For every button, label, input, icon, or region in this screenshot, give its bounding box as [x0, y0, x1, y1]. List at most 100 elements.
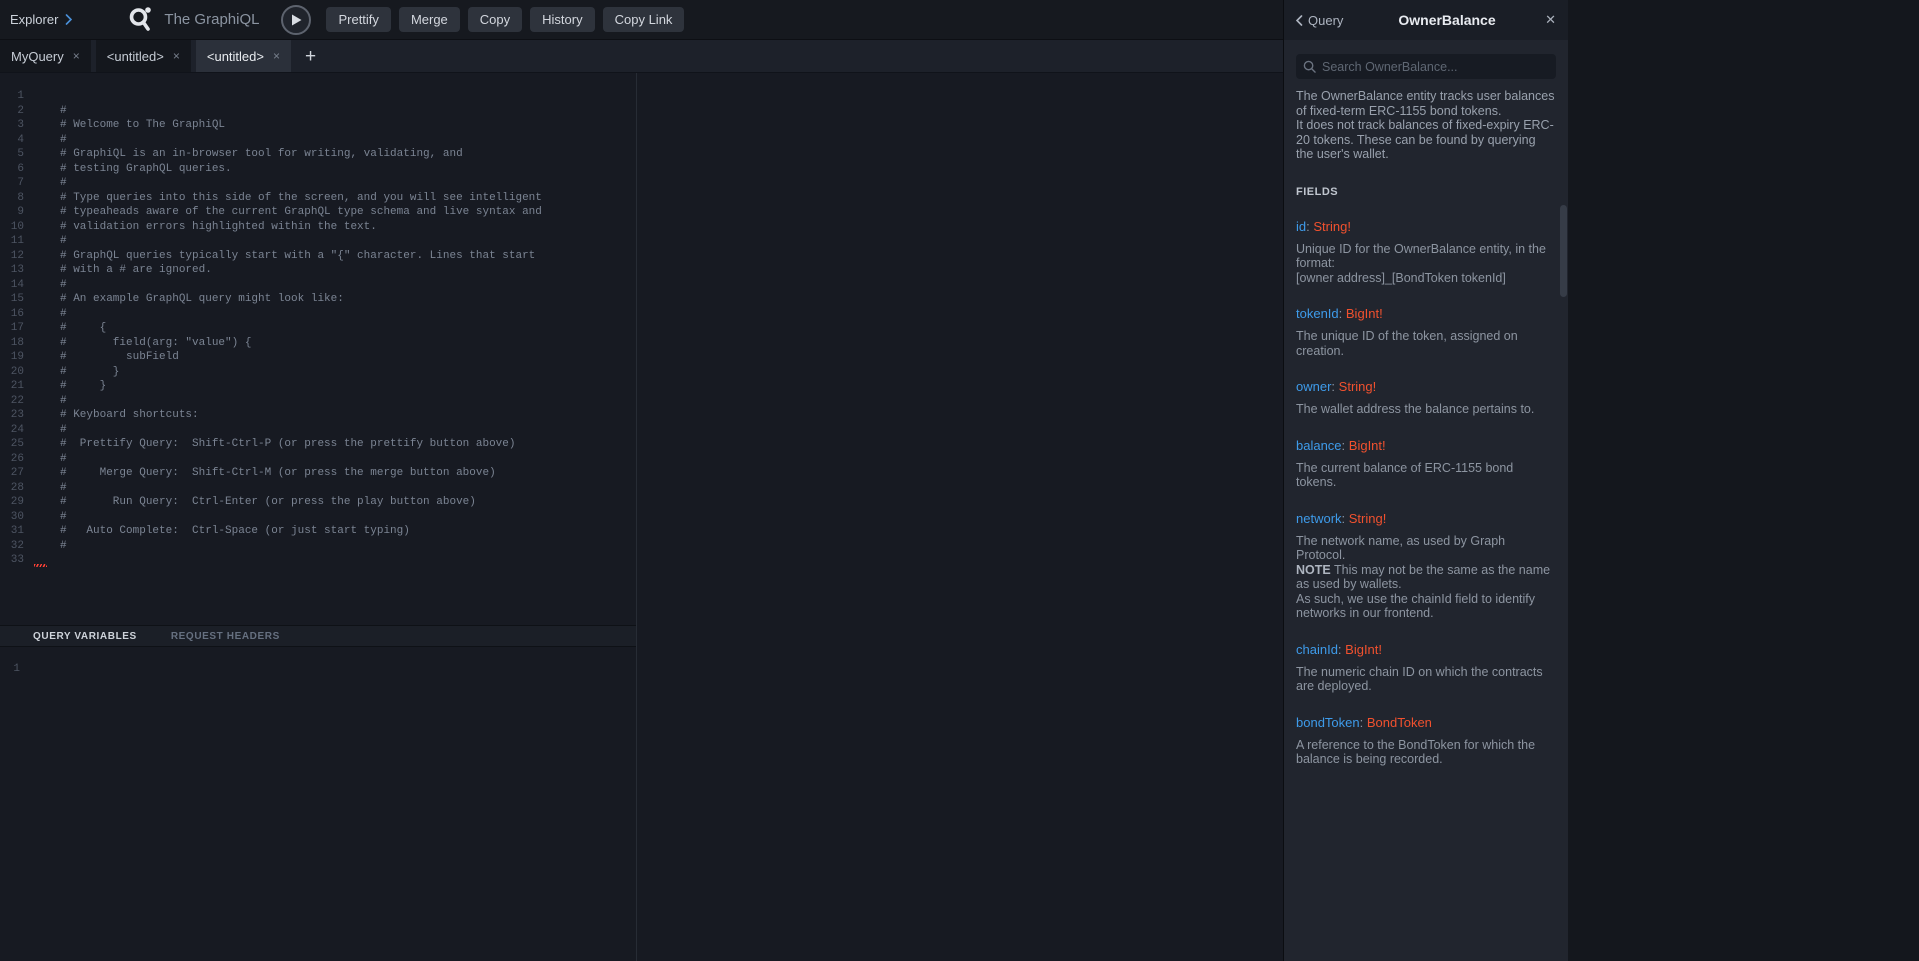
field-signature: bondToken: BondToken [1296, 715, 1556, 730]
field-name-link[interactable]: network [1296, 511, 1342, 526]
copy-button[interactable]: Copy [468, 7, 522, 32]
field-signature: chainId: BigInt! [1296, 642, 1556, 657]
code-line[interactable]: 15# An example GraphQL query might look … [0, 292, 636, 307]
doc-close-button[interactable]: ✕ [1536, 12, 1556, 28]
code-line[interactable]: 25# Prettify Query: Shift-Ctrl-P (or pre… [0, 437, 636, 452]
field-name-link[interactable]: bondToken [1296, 715, 1360, 730]
workspace: 12#3# Welcome to The GraphiQL4#5# Graphi… [0, 73, 1283, 961]
vars-tab-request-headers[interactable]: REQUEST HEADERS [171, 631, 280, 642]
code-line[interactable]: 27# Merge Query: Shift-Ctrl-M (or press … [0, 466, 636, 481]
line-number: 12 [0, 249, 24, 264]
code-line[interactable]: 13 # with a # are ignored. [0, 263, 636, 278]
add-tab-button[interactable]: + [305, 47, 316, 66]
execute-query-button[interactable] [281, 5, 311, 35]
line-number: 8 [0, 191, 24, 206]
vars-tab-query-variables[interactable]: QUERY VARIABLES [33, 631, 137, 642]
code-line[interactable]: 26# [0, 452, 636, 467]
editor-tab[interactable]: <untitled>× [96, 40, 191, 72]
code-line[interactable]: 10# validation errors highlighted within… [0, 220, 636, 235]
history-button[interactable]: History [530, 7, 594, 32]
line-number: 10 [0, 220, 24, 235]
merge-button[interactable]: Merge [399, 7, 460, 32]
tab-close-icon[interactable]: × [173, 49, 180, 63]
editor-tools-bar: QUERY VARIABLES REQUEST HEADERS [0, 625, 636, 647]
editor-region: Explorer The GraphiQL PrettifyMergeCopyH… [0, 0, 1283, 961]
field-name-link[interactable]: id [1296, 219, 1306, 234]
field-type-link[interactable]: BigInt! [1345, 642, 1382, 657]
code-line[interactable]: 17# { [0, 321, 636, 336]
code-line[interactable]: 21# } [0, 379, 636, 394]
line-text: # with a # are ignored. [60, 263, 212, 278]
line-text: # } [60, 365, 119, 380]
line-text: # Keyboard shortcuts: [60, 408, 199, 423]
code-line[interactable]: 8# Type queries into this side of the sc… [0, 191, 636, 206]
copy-link-button[interactable]: Copy Link [603, 7, 685, 32]
line-text: # [60, 234, 67, 249]
code-line[interactable]: 11# [0, 234, 636, 249]
editor-tab[interactable]: MyQuery× [0, 40, 91, 72]
line-number: 13 [0, 263, 24, 278]
code-line[interactable]: 4# [0, 133, 636, 148]
field-name-link[interactable]: owner [1296, 379, 1331, 394]
code-line[interactable]: 31# Auto Complete: Ctrl-Space (or just s… [0, 524, 636, 539]
line-text: # Merge Query: Shift-Ctrl-M (or press th… [60, 466, 496, 481]
code-line[interactable]: 1 [0, 89, 636, 104]
field-type-link[interactable]: BondToken [1367, 715, 1432, 730]
code-line[interactable]: 22# [0, 394, 636, 409]
code-line[interactable]: 7# [0, 176, 636, 191]
code-line[interactable]: 18# field(arg: "value") { [0, 336, 636, 351]
editor-tab[interactable]: <untitled>× [196, 40, 291, 72]
query-editor[interactable]: 12#3# Welcome to The GraphiQL4#5# Graphi… [0, 73, 636, 625]
code-line[interactable]: 9# typeaheads aware of the current Graph… [0, 205, 636, 220]
code-line[interactable]: 29# Run Query: Ctrl-Enter (or press the … [0, 495, 636, 510]
toolbar-buttons: Prettify Merge Copy History Copy Link [326, 7, 684, 32]
doc-field: network: String!The network name, as use… [1296, 511, 1556, 621]
graphiql-logo-icon [128, 6, 152, 34]
code-line[interactable]: 32# [0, 539, 636, 554]
code-line[interactable]: 24# [0, 423, 636, 438]
code-line[interactable]: 2# [0, 104, 636, 119]
field-type-link[interactable]: String! [1349, 511, 1387, 526]
field-type-link[interactable]: BigInt! [1349, 438, 1386, 453]
code-line[interactable]: 28# [0, 481, 636, 496]
tab-close-icon[interactable]: × [273, 49, 280, 63]
line-number: 18 [0, 336, 24, 351]
scrollbar-thumb[interactable] [1560, 205, 1567, 297]
line-text: # Run Query: Ctrl-Enter (or press the pl… [60, 495, 476, 510]
line-number: 30 [0, 510, 24, 525]
code-line[interactable]: 14# [0, 278, 636, 293]
line-number: 17 [0, 321, 24, 336]
doc-field: balance: BigInt!The current balance of E… [1296, 438, 1556, 490]
prettify-button[interactable]: Prettify [326, 7, 390, 32]
variables-editor[interactable]: 1 [0, 647, 636, 961]
tab-close-icon[interactable]: × [73, 49, 80, 63]
error-squiggle-icon [34, 564, 47, 567]
field-type-link[interactable]: String! [1339, 379, 1377, 394]
field-description: The numeric chain ID on which the contra… [1296, 665, 1556, 694]
code-line[interactable]: 30# [0, 510, 636, 525]
doc-fields-list: id: String!Unique ID for the OwnerBalanc… [1296, 219, 1556, 767]
code-line[interactable]: 5# GraphiQL is an in-browser tool for wr… [0, 147, 636, 162]
field-name-link[interactable]: tokenId [1296, 306, 1339, 321]
explorer-toggle[interactable]: Explorer [10, 12, 72, 27]
doc-back-button[interactable]: Query [1296, 13, 1358, 28]
code-line[interactable]: 33 [0, 553, 636, 568]
code-line[interactable]: 3# Welcome to The GraphiQL [0, 118, 636, 133]
field-type-link[interactable]: String! [1313, 219, 1351, 234]
doc-search-input[interactable] [1322, 60, 1549, 74]
line-number: 1 [0, 89, 24, 104]
field-name-link[interactable]: balance [1296, 438, 1342, 453]
code-line[interactable]: 23# Keyboard shortcuts: [0, 408, 636, 423]
code-line[interactable]: 20# } [0, 365, 636, 380]
field-description: The unique ID of the token, assigned on … [1296, 329, 1556, 358]
field-colon: : [1339, 306, 1346, 321]
doc-field: chainId: BigInt! The numeric chain ID on … [1296, 642, 1556, 694]
line-text: # [60, 104, 67, 119]
code-line[interactable]: 12# GraphQL queries typically start with… [0, 249, 636, 264]
code-line[interactable]: 19# subField [0, 350, 636, 365]
code-line[interactable]: 6# testing GraphQL queries. [0, 162, 636, 177]
line-number: 26 [0, 452, 24, 467]
field-type-link[interactable]: BigInt! [1346, 306, 1383, 321]
code-line[interactable]: 16# [0, 307, 636, 322]
field-name-link[interactable]: chainId [1296, 642, 1338, 657]
